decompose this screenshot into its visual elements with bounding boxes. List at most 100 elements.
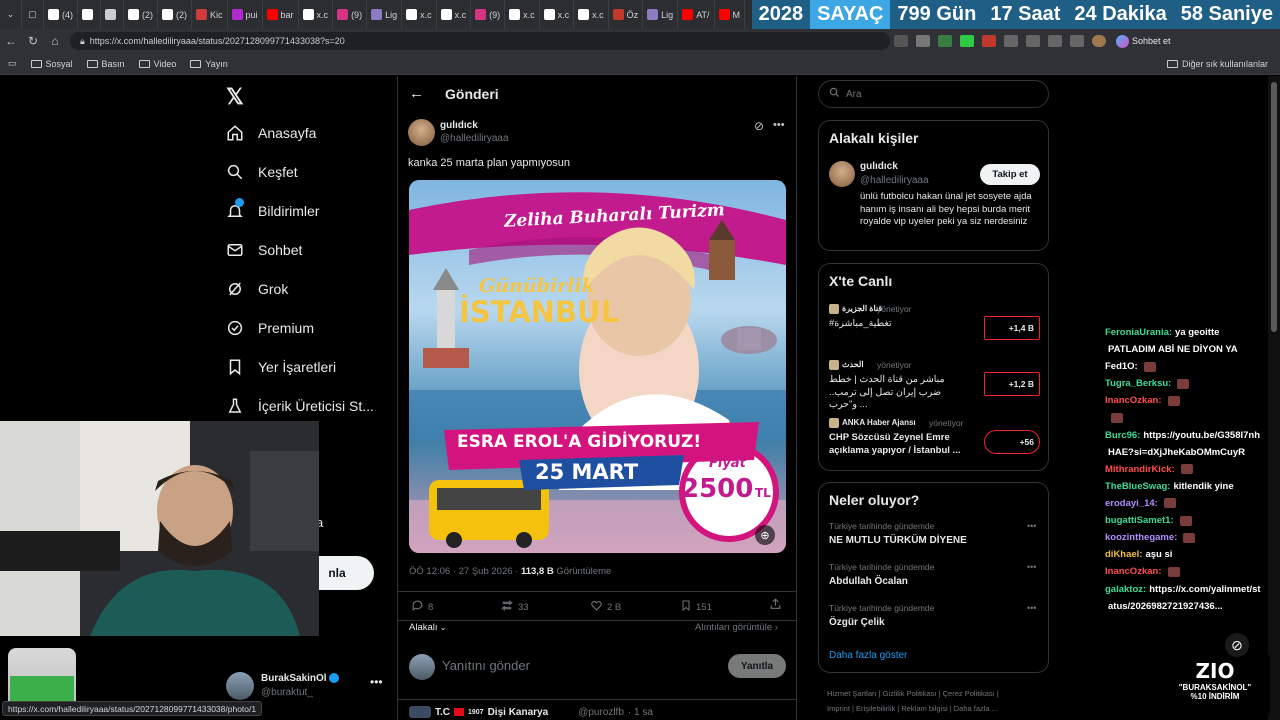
trend-item[interactable]: Türkiye tarihinde gündemde Özgür Çelik ••• [819, 603, 1048, 641]
nav-notifications[interactable]: Bildirimler [226, 198, 319, 220]
extension-icon[interactable] [1026, 35, 1040, 47]
footer-link[interactable]: Hizmet Şartları [827, 689, 877, 698]
browser-tab[interactable]: x.c [299, 0, 334, 29]
live-item[interactable]: قناة الجزيرة yönetiyor #تغطية_مباشرة +1,4 B [819, 304, 1048, 356]
footer-link[interactable]: Gizlilik Politikası [883, 689, 937, 698]
browser-tab[interactable]: Öz [609, 0, 644, 29]
extension-icon[interactable] [1048, 35, 1062, 47]
footer-link[interactable]: Daha fazla ... [954, 704, 998, 713]
reply-button[interactable]: 8 [411, 599, 433, 615]
view-quotes-link[interactable]: Alıntıları görüntüle › [695, 622, 778, 633]
image-menu-icon[interactable]: ⊕ [755, 525, 775, 545]
more-icon[interactable]: ••• [1027, 521, 1036, 531]
reply-input[interactable]: Yanıtını gönder [442, 658, 530, 673]
back-arrow-icon[interactable]: ← [409, 85, 424, 102]
browser-tab[interactable]: (9) [333, 0, 368, 29]
nav-bookmarks[interactable]: Yer İşaretleri [226, 358, 336, 376]
browser-tab[interactable]: bar [263, 0, 299, 29]
extension-icon[interactable] [960, 35, 974, 47]
profile-avatar-icon[interactable] [1092, 35, 1106, 47]
browser-tab[interactable]: (4) [44, 0, 78, 29]
url-field[interactable]: 🔒︎ https://x.com/hallediliryaaa/status/2… [70, 32, 890, 50]
post-image[interactable]: Zeliha Buharalı Turizm Günübirlik İSTANB… [409, 180, 786, 553]
scrollbar-thumb[interactable] [1271, 82, 1277, 332]
more-icon[interactable]: ••• [370, 675, 383, 689]
browser-tab[interactable]: (9) [471, 0, 506, 29]
extension-icon[interactable] [916, 35, 930, 47]
follow-button[interactable]: Takip et [980, 164, 1040, 185]
footer-link[interactable]: Çerez Politikası [943, 689, 995, 698]
author-avatar[interactable] [408, 119, 435, 146]
extension-icon[interactable] [938, 35, 952, 47]
search-box[interactable]: Ara [818, 80, 1049, 108]
nav-creator-studio[interactable]: İçerik Üreticisi St... [226, 397, 374, 415]
reload-icon[interactable]: ↻ [22, 34, 44, 48]
more-icon[interactable]: ••• [1027, 562, 1036, 572]
browser-tab[interactable]: M [715, 0, 746, 29]
bookmark-button[interactable]: 151 [680, 599, 712, 615]
reply-button[interactable]: Yanıtla [728, 654, 786, 678]
browser-tab[interactable] [101, 0, 124, 29]
favorites-icon[interactable] [1070, 35, 1084, 47]
browser-tab[interactable]: x.c [505, 0, 540, 29]
browser-tab[interactable]: AT/ [678, 0, 715, 29]
share-icon[interactable] [769, 597, 782, 616]
like-button[interactable]: 2 B [590, 599, 621, 615]
tab-actions-button[interactable]: ⌄ [0, 0, 22, 29]
browser-tab[interactable]: x.c [402, 0, 437, 29]
page-scrollbar[interactable] [1268, 76, 1280, 720]
browser-tab[interactable]: x.c [540, 0, 575, 29]
extension-icon[interactable] [982, 35, 996, 47]
other-bookmarks[interactable]: Diğer sık kullanılanlar [1166, 59, 1268, 69]
show-more-link[interactable]: Daha fazla göster [829, 650, 907, 661]
next-tweet-name2: Dişi Kanarya [487, 706, 549, 718]
reading-list-icon[interactable]: ▭ [8, 58, 17, 69]
browser-tab[interactable]: x.c [574, 0, 609, 29]
nav-grok[interactable]: Grok [226, 280, 288, 298]
x-logo[interactable]: 𝕏 [226, 84, 244, 110]
browser-tab[interactable] [78, 0, 101, 29]
browser-tab[interactable]: pui [228, 0, 263, 29]
extension-icon[interactable] [1004, 35, 1018, 47]
more-icon[interactable]: ••• [1027, 603, 1036, 613]
nav-messages[interactable]: Sohbet [226, 241, 302, 259]
footer-link[interactable]: Reklam bilgisi [901, 704, 947, 713]
nav-premium[interactable]: Premium [226, 319, 314, 337]
browser-tab[interactable]: Lig [367, 0, 403, 29]
more-icon[interactable]: ••• [773, 119, 785, 131]
avatar[interactable] [829, 161, 855, 187]
related-name[interactable]: gulıdıck [860, 161, 898, 172]
bookmark-folder-basin[interactable]: Basın [86, 59, 125, 69]
footer-link[interactable]: Erişilebilirlik [856, 704, 895, 713]
live-item[interactable]: الحدث yönetiyor مباشر من قناة الحدث | خطط … [819, 360, 1048, 412]
bookmark-folder-sosyal[interactable]: Sosyal [30, 59, 73, 69]
nav-explore[interactable]: Keşfet [226, 163, 298, 181]
repost-button[interactable]: 33 [500, 599, 529, 615]
footer-link[interactable]: Imprint [827, 704, 850, 713]
next-tweet-header[interactable]: T.C 1907 Dişi Kanarya @purozlfb · 1 sa [409, 706, 653, 718]
author-name[interactable]: gulıdıck [440, 120, 478, 131]
chat-message: Tugra_Berksu: [1105, 378, 1190, 389]
browser-tab[interactable]: Lig [643, 0, 679, 29]
extension-icon[interactable] [894, 35, 908, 47]
nav-home[interactable]: Anasayfa [226, 124, 316, 142]
back-icon[interactable]: ← [0, 34, 22, 48]
chat-button[interactable]: Sohbet et [1116, 34, 1171, 48]
browser-tab[interactable]: x.c [437, 0, 472, 29]
trend-item[interactable]: Türkiye tarihinde gündemde Abdullah Öcala… [819, 562, 1048, 600]
live-item[interactable]: ANKA Haber Ajansı yönetiyor CHP Sözcüsü Ze… [819, 418, 1048, 470]
post-timestamp[interactable]: ÖÖ 12:06 · 27 Şub 2026 · [409, 566, 518, 577]
browser-tab[interactable]: (2) [158, 0, 192, 29]
grok-float-icon[interactable]: ⊘ [1225, 633, 1249, 657]
bookmark-folder-yayin[interactable]: Yayın [190, 59, 228, 69]
browser-tab[interactable]: Kic [192, 0, 228, 29]
author-handle[interactable]: @hallediliryaaa [440, 133, 509, 144]
sort-dropdown[interactable]: Alakalı ⌄ [409, 622, 446, 633]
browser-tab[interactable]: (2) [124, 0, 158, 29]
home-icon[interactable]: ⌂ [44, 34, 66, 48]
trend-item[interactable]: Türkiye tarihinde gündemde NE MUTLU TÜRKÜ… [819, 521, 1048, 559]
related-handle[interactable]: @hallediliryaaa [860, 175, 929, 186]
workspaces-icon[interactable]: ▢ [22, 0, 44, 29]
bookmark-folder-video[interactable]: Video [138, 59, 176, 69]
grok-icon[interactable]: ⊘ [754, 119, 764, 133]
